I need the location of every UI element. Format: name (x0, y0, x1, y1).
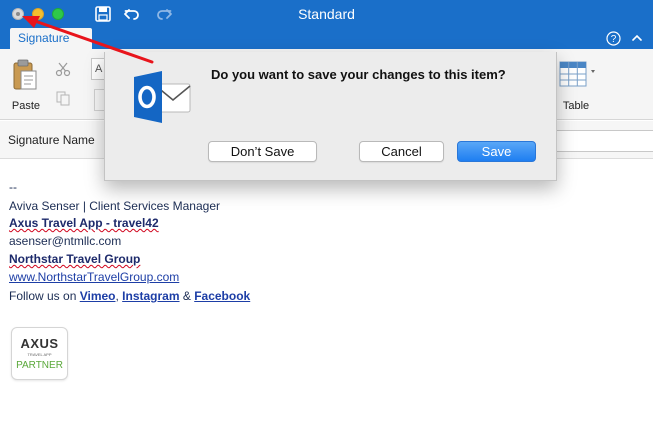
title-bar: Standard (0, 0, 653, 28)
dialog-message: Do you want to save your changes to this… (211, 67, 506, 82)
paste-button[interactable]: Paste (6, 57, 48, 112)
window-title: Standard (298, 6, 355, 22)
save-changes-dialog: Do you want to save your changes to this… (104, 52, 557, 181)
follow-prefix: Follow us on (9, 289, 80, 303)
vimeo-link[interactable]: Vimeo (80, 289, 116, 303)
outlook-signature-window: Standard Signature ? Paste A Table Signa… (0, 0, 653, 431)
badge-brand-text: AXUS (20, 336, 59, 351)
outlook-app-icon (134, 71, 191, 123)
axus-partner-badge: AXUS TRAVEL APP PARTNER (11, 327, 68, 380)
copy-icon[interactable] (55, 90, 71, 106)
ribbon-tab-strip: Signature ? (0, 28, 653, 49)
tab-signature[interactable]: Signature (10, 28, 92, 49)
table-label: Table (562, 100, 590, 112)
font-name-box[interactable]: A (91, 58, 105, 80)
facebook-link[interactable]: Facebook (194, 289, 250, 303)
table-button[interactable]: Table (557, 57, 601, 112)
website-link[interactable]: www.NorthstarTravelGroup.com (9, 270, 179, 284)
cancel-button[interactable]: Cancel (359, 141, 444, 162)
signature-editor[interactable]: -- Aviva Senser | Client Services Manage… (0, 160, 653, 431)
name-title-text: Aviva Senser | Client Services Manager (9, 199, 220, 213)
badge-partner-text: PARTNER (16, 360, 63, 371)
badge-sub-text: TRAVEL APP (27, 352, 52, 357)
group-link-text[interactable]: Northstar Travel Group (9, 252, 140, 266)
instagram-link[interactable]: Instagram (122, 289, 179, 303)
company-link-text[interactable]: Axus Travel App - travel42 (9, 216, 159, 230)
svg-text:?: ? (611, 34, 617, 45)
save-button[interactable]: Save (457, 141, 536, 162)
email-text: asenser@ntmllc.com (9, 234, 122, 248)
amp-text: & (179, 289, 195, 303)
paste-label: Paste (11, 100, 41, 112)
group-link[interactable]: Northstar Travel Group (9, 252, 140, 266)
signature-name-label: Signature Name (8, 133, 95, 147)
signature-name-field[interactable] (556, 130, 653, 152)
help-icon[interactable]: ? (606, 31, 621, 46)
follow-line: Follow us on Vimeo, Instagram & Facebook (9, 289, 250, 303)
cut-icon[interactable] (55, 61, 71, 77)
collapse-ribbon-icon[interactable] (631, 32, 643, 44)
dont-save-button[interactable]: Don’t Save (208, 141, 317, 162)
separator-text: -- (9, 180, 17, 194)
company-link[interactable]: Axus Travel App - travel42 (9, 216, 159, 230)
table-icon (559, 61, 595, 87)
clipboard-icon (13, 59, 37, 90)
